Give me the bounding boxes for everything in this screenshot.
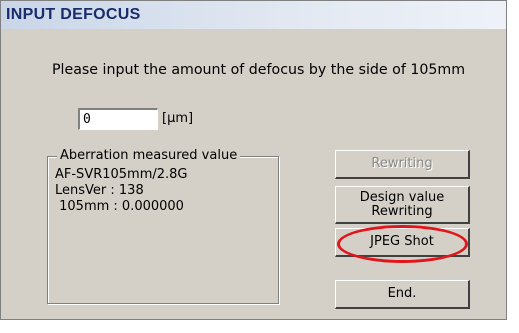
micrometer-unit-label: [μm] (162, 111, 194, 126)
end-button[interactable]: End. (335, 280, 470, 309)
lens-name-text: AF-SVR105mm/2.8G (55, 167, 188, 182)
defocus-prompt: Please input the amount of defocus by th… (52, 62, 466, 78)
rewriting-button[interactable]: Rewriting (335, 150, 470, 179)
defocus-measurement-text: 105mm : 0.000000 (55, 199, 184, 214)
end-button-label: End. (387, 286, 417, 301)
defocus-amount-input[interactable] (78, 108, 158, 130)
design-value-label-line2: Rewriting (371, 203, 433, 219)
window-title: INPUT DEFOCUS (6, 6, 141, 23)
lens-version-text: LensVer : 138 (55, 183, 144, 198)
aberration-group-legend: Aberration measured value (57, 148, 241, 163)
design-value-label-line1: Design value (359, 189, 445, 205)
title-bar[interactable]: INPUT DEFOCUS (1, 1, 506, 29)
jpeg-shot-button[interactable]: JPEG Shot (335, 228, 470, 257)
design-value-rewriting-button[interactable]: Design value Rewriting (335, 186, 470, 224)
rewriting-button-label: Rewriting (371, 156, 433, 171)
jpeg-shot-button-label: JPEG Shot (370, 234, 434, 249)
